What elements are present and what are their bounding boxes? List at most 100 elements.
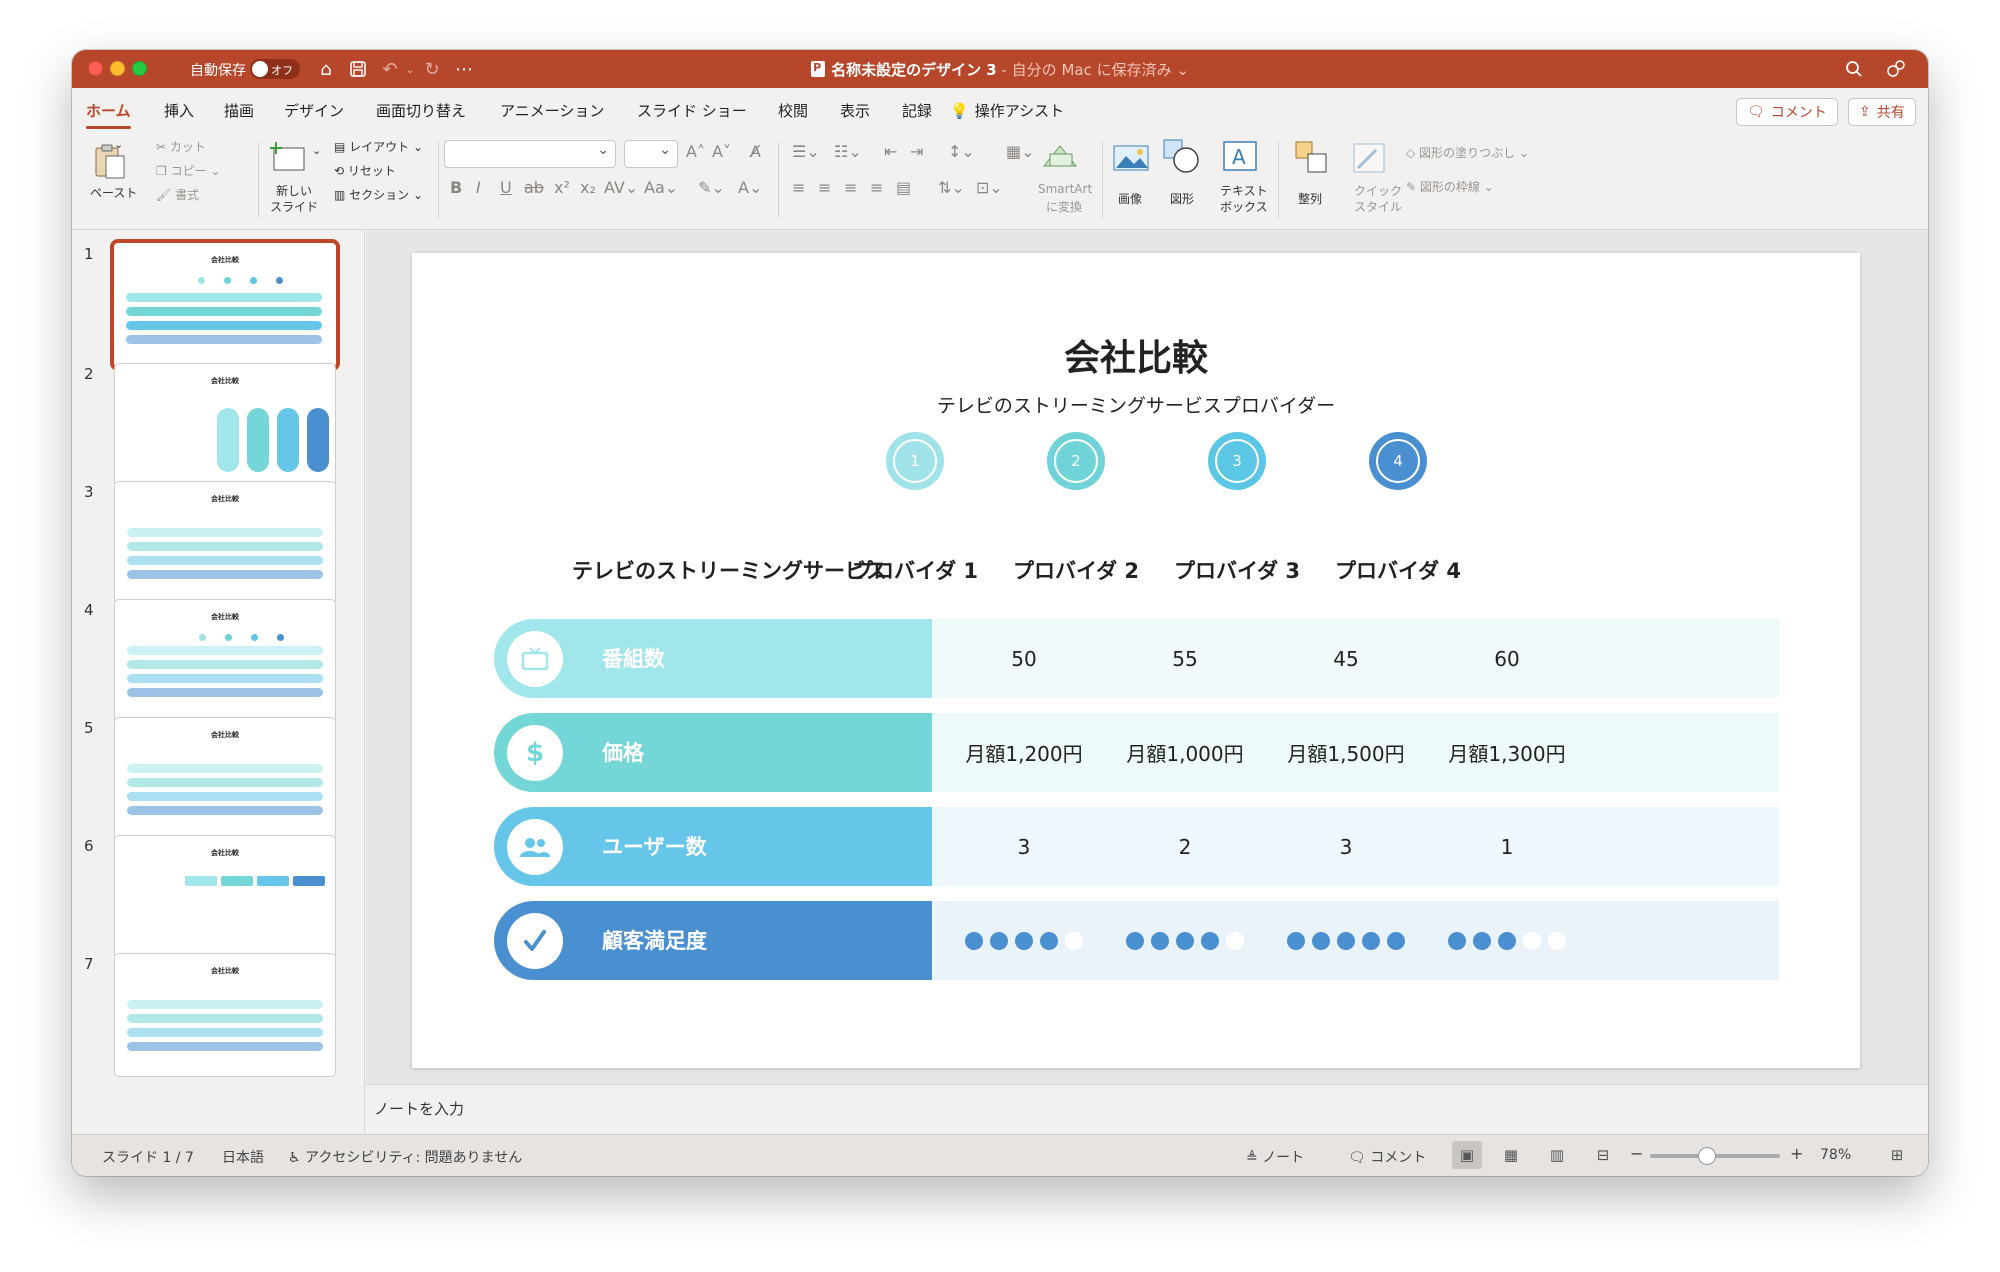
font-size-select[interactable] bbox=[624, 140, 678, 168]
tab-draw[interactable]: 描画 bbox=[224, 100, 254, 121]
copy-button[interactable]: ❐ コピー ⌄ bbox=[156, 162, 220, 179]
slide-thumbnail[interactable]: 会社比較 bbox=[114, 363, 336, 487]
text-direction-icon[interactable]: ⇅⌄ bbox=[938, 178, 965, 197]
char-spacing-icon[interactable]: AV⌄ bbox=[604, 178, 638, 197]
zoom-level[interactable]: 78% bbox=[1820, 1147, 1851, 1163]
provider-1-badge[interactable]: 1 bbox=[886, 432, 944, 490]
bold-icon[interactable]: B bbox=[450, 178, 462, 197]
superscript-icon[interactable]: x² bbox=[554, 178, 570, 197]
paste-dropdown-icon[interactable]: ⌄ bbox=[114, 138, 123, 151]
shape-fill-button[interactable]: ◇ 図形の塗りつぶし ⌄ bbox=[1406, 144, 1529, 161]
slide-sorter-icon[interactable]: ▦ bbox=[1496, 1141, 1526, 1169]
textbox-icon[interactable]: A bbox=[1220, 138, 1260, 174]
row-label-price[interactable]: $ 価格 bbox=[494, 713, 932, 792]
notes-pane[interactable]: ノートを入力 bbox=[366, 1084, 1928, 1134]
slideshow-view-icon[interactable]: ⊟ bbox=[1588, 1141, 1618, 1169]
new-slide-dropdown-icon[interactable]: ⌄ bbox=[312, 144, 321, 157]
quick-style-icon[interactable] bbox=[1350, 140, 1390, 176]
shape-outline-button[interactable]: ✎ 図形の枠線 ⌄ bbox=[1406, 178, 1494, 195]
clear-format-icon[interactable]: A̸ bbox=[750, 142, 761, 161]
align-center-icon[interactable]: ≡ bbox=[818, 178, 831, 197]
numbering-icon[interactable]: ☷⌄ bbox=[834, 142, 862, 161]
provider-3-name[interactable]: プロバイダ 3 bbox=[1147, 555, 1327, 585]
bullets-icon[interactable]: ☰⌄ bbox=[792, 142, 820, 161]
provider-4-badge[interactable]: 4 bbox=[1369, 432, 1427, 490]
search-icon[interactable] bbox=[1842, 57, 1866, 81]
grow-font-icon[interactable]: A˄ bbox=[686, 142, 705, 161]
provider-4-name[interactable]: プロバイダ 4 bbox=[1308, 555, 1488, 585]
highlight-icon[interactable]: ✎⌄ bbox=[698, 178, 725, 197]
reset-button[interactable]: ⟲ リセット bbox=[334, 162, 396, 179]
tab-animations[interactable]: アニメーション bbox=[500, 100, 604, 121]
value-cell[interactable]: 1 bbox=[1407, 807, 1607, 886]
justify-icon[interactable]: ≡ bbox=[870, 178, 883, 197]
slide-thumbnail[interactable]: 会社比較 bbox=[114, 481, 336, 605]
row-label-programs[interactable]: 番組数 bbox=[494, 619, 932, 698]
provider-2-name[interactable]: プロバイダ 2 bbox=[986, 555, 1166, 585]
layout-button[interactable]: ▤ レイアウト ⌄ bbox=[334, 138, 423, 155]
strikethrough-icon[interactable]: ab bbox=[524, 178, 544, 197]
row-label-users[interactable]: ユーザー数 bbox=[494, 807, 932, 886]
section-button[interactable]: ▥ セクション ⌄ bbox=[334, 186, 423, 203]
current-slide[interactable]: 会社比較 テレビのストリーミングサービスプロバイダー テレビのストリーミングサー… bbox=[412, 253, 1860, 1068]
decrease-indent-icon[interactable]: ⇤ bbox=[884, 142, 897, 161]
slide-subtitle[interactable]: テレビのストリーミングサービスプロバイダー bbox=[412, 391, 1860, 418]
new-slide-icon[interactable] bbox=[268, 140, 308, 176]
zoom-out-icon[interactable]: − bbox=[1630, 1144, 1643, 1163]
italic-icon[interactable]: I bbox=[476, 178, 481, 197]
underline-icon[interactable]: U bbox=[500, 178, 512, 197]
slide-thumbnail[interactable]: 会社比較 bbox=[114, 953, 336, 1077]
font-family-select[interactable] bbox=[444, 140, 616, 168]
increase-indent-icon[interactable]: ⇥ bbox=[910, 142, 923, 161]
tab-insert[interactable]: 挿入 bbox=[164, 100, 194, 121]
slide-thumbnail[interactable]: 会社比較 bbox=[114, 717, 336, 841]
slide-thumbnail[interactable]: 会社比較 bbox=[114, 599, 336, 723]
format-painter-button[interactable]: 🖌 書式 bbox=[156, 186, 199, 203]
reading-view-icon[interactable]: ▥ bbox=[1542, 1141, 1572, 1169]
distributed-icon[interactable]: ▤ bbox=[896, 178, 911, 197]
provider-3-badge[interactable]: 3 bbox=[1208, 432, 1266, 490]
row-label-satisfaction[interactable]: 顧客満足度 bbox=[494, 901, 932, 980]
language-indicator[interactable]: 日本語 bbox=[222, 1147, 264, 1167]
shapes-icon[interactable] bbox=[1162, 138, 1202, 174]
align-text-icon[interactable]: ⊡⌄ bbox=[976, 178, 1003, 197]
tell-me-assist[interactable]: 💡 操作アシスト bbox=[950, 100, 1064, 121]
provider-2-badge[interactable]: 2 bbox=[1047, 432, 1105, 490]
smartart-icon[interactable] bbox=[1040, 140, 1080, 176]
tab-home[interactable]: ホーム bbox=[86, 100, 131, 129]
rating-cell[interactable] bbox=[1407, 901, 1607, 980]
provider-1-name[interactable]: プロバイダ 1 bbox=[825, 555, 1005, 585]
columns-icon[interactable]: ▦⌄ bbox=[1006, 142, 1035, 161]
accessibility-status[interactable]: ♿︎ アクセシビリティ: 問題ありません bbox=[288, 1147, 522, 1167]
slide-thumbnail[interactable]: 会社比較 bbox=[114, 835, 336, 959]
normal-view-icon[interactable]: ▣ bbox=[1452, 1141, 1482, 1169]
share-button[interactable]: ⇪ 共有 bbox=[1848, 98, 1916, 126]
subscript-icon[interactable]: x₂ bbox=[580, 178, 596, 197]
notes-placeholder[interactable]: ノートを入力 bbox=[374, 1098, 464, 1119]
slide-title[interactable]: 会社比較 bbox=[412, 329, 1860, 381]
tab-record[interactable]: 記録 bbox=[902, 100, 932, 121]
zoom-slider-knob[interactable] bbox=[1698, 1147, 1716, 1165]
comment-button[interactable]: 🗨 コメント bbox=[1736, 98, 1838, 126]
arrange-icon[interactable] bbox=[1294, 140, 1334, 176]
value-cell[interactable]: 月額1,300円 bbox=[1407, 713, 1607, 792]
tab-transitions[interactable]: 画面切り替え bbox=[376, 100, 466, 121]
slide-thumbnail[interactable]: 会社比較 bbox=[110, 239, 340, 371]
tab-slideshow[interactable]: スライド ショー bbox=[637, 100, 747, 121]
font-color-icon[interactable]: A⌄ bbox=[738, 178, 762, 197]
comments-toggle-button[interactable]: 🗨 コメント bbox=[1348, 1147, 1426, 1167]
cut-button[interactable]: ✂ カット bbox=[156, 138, 206, 155]
align-right-icon[interactable]: ≡ bbox=[844, 178, 857, 197]
picture-icon[interactable] bbox=[1112, 142, 1152, 178]
change-case-icon[interactable]: Aa⌄ bbox=[644, 178, 678, 197]
paste-icon[interactable] bbox=[90, 142, 130, 179]
notes-toggle-button[interactable]: ≜ ノート bbox=[1246, 1147, 1304, 1167]
tab-view[interactable]: 表示 bbox=[840, 100, 870, 121]
zoom-in-icon[interactable]: + bbox=[1790, 1144, 1803, 1163]
value-cell[interactable]: 60 bbox=[1407, 619, 1607, 698]
line-spacing-icon[interactable]: ↕⌄ bbox=[948, 142, 975, 161]
tab-review[interactable]: 校閲 bbox=[778, 100, 808, 121]
tab-design[interactable]: デザイン bbox=[284, 100, 344, 121]
shrink-font-icon[interactable]: A˅ bbox=[712, 142, 731, 161]
fit-to-window-icon[interactable]: ⊞ bbox=[1882, 1141, 1912, 1169]
